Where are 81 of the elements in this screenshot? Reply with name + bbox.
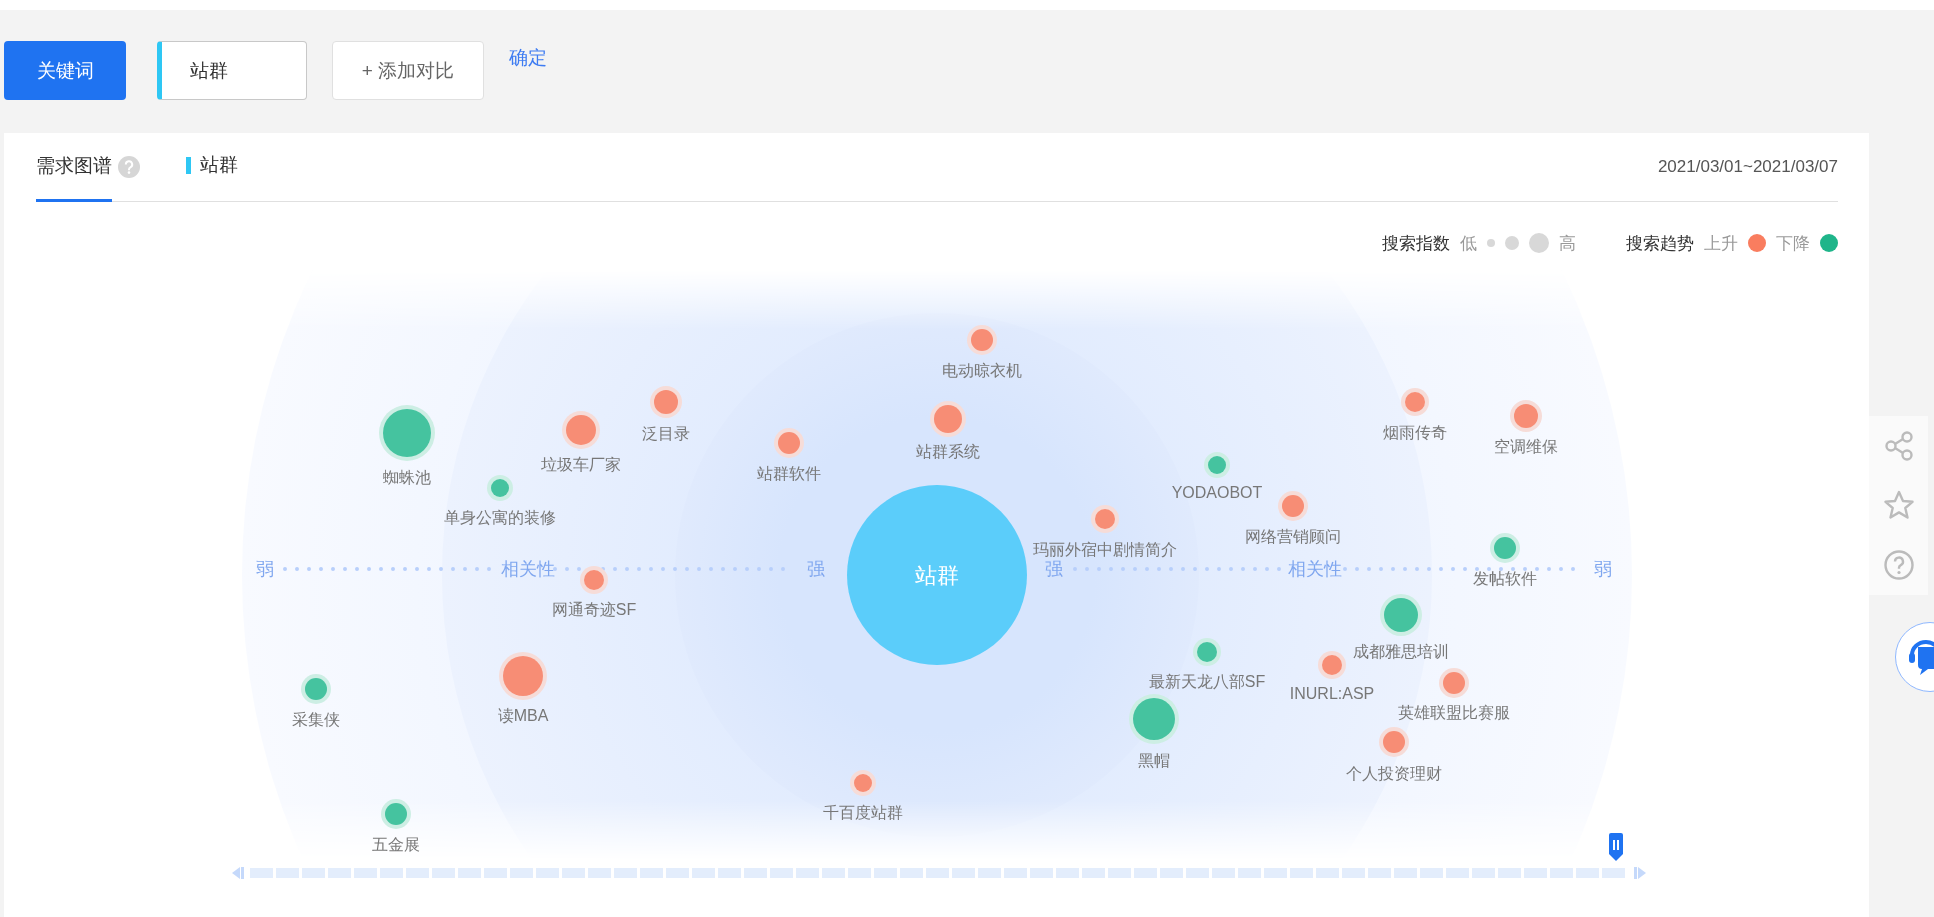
keyword-dot[interactable]	[850, 770, 876, 796]
help-icon[interactable]	[1882, 549, 1915, 582]
legend-high: 高	[1559, 232, 1576, 255]
keyword-dot[interactable]	[1380, 594, 1422, 636]
keyword-dot[interactable]	[1379, 727, 1409, 757]
right-arrow-icon[interactable]	[1634, 866, 1648, 880]
size-dot-icon	[1505, 236, 1519, 250]
keyword-dot[interactable]	[1318, 651, 1346, 679]
keyword-dot[interactable]	[1091, 505, 1119, 533]
range-handle[interactable]	[1608, 833, 1624, 861]
axis-label: 强	[1045, 559, 1063, 579]
axis-label: 相关性	[501, 559, 555, 579]
series-label: 站群	[200, 153, 238, 177]
keyword-label[interactable]: INURL:ASP	[1289, 685, 1375, 702]
keyword-dot[interactable]	[967, 325, 997, 355]
keyword-label[interactable]: 英雄联盟比赛服	[1398, 704, 1510, 721]
keyword-label[interactable]: 蜘蛛池	[383, 469, 431, 486]
keyword-label[interactable]: 站群系统	[916, 443, 980, 460]
axis-label: 弱	[256, 559, 274, 579]
keyword-label[interactable]: 网络营销顾问	[1245, 528, 1341, 545]
legend-down: 下降	[1776, 232, 1810, 255]
keyword-label[interactable]: 千百度站群	[823, 804, 903, 821]
keyword-dot[interactable]	[580, 566, 608, 594]
rising-dot-icon	[1748, 234, 1766, 252]
keyword-label[interactable]: 玛丽外宿中剧情简介	[1033, 541, 1177, 558]
keyword-dot[interactable]	[1439, 668, 1469, 698]
legend-title: 搜索趋势	[1626, 232, 1694, 255]
axis-label: 强	[807, 559, 825, 579]
keyword-dot[interactable]	[562, 411, 600, 449]
keyword-label[interactable]: 电动晾衣机	[942, 362, 1022, 379]
keyword-dot[interactable]	[381, 799, 411, 829]
keyword-label[interactable]: YODAOBOT	[1171, 484, 1263, 501]
left-arrow-icon[interactable]	[230, 866, 244, 880]
keyword-button[interactable]: 关键词	[4, 41, 126, 100]
keyword-dot[interactable]	[1204, 452, 1230, 478]
keyword-label[interactable]: 空调维保	[1494, 438, 1558, 455]
keyword-dot[interactable]	[1401, 388, 1429, 416]
keyword-label[interactable]: 网通奇迹SF	[551, 601, 637, 618]
legend-up: 上升	[1704, 232, 1738, 255]
keyword-label[interactable]: 采集侠	[292, 711, 340, 728]
keyword-label[interactable]: 黑帽	[1138, 752, 1170, 769]
keyword-label[interactable]: 个人投资理财	[1346, 765, 1442, 782]
keyword-label[interactable]: 烟雨传奇	[1383, 424, 1447, 441]
keyword-label[interactable]: 五金展	[372, 836, 420, 853]
keyword-label[interactable]: 成都雅思培训	[1353, 643, 1449, 660]
keyword-dot[interactable]	[301, 674, 331, 704]
keyword-label[interactable]: 发帖软件	[1473, 570, 1537, 587]
date-range: 2021/03/01~2021/03/07	[1657, 157, 1838, 178]
size-dot-icon	[1529, 233, 1549, 253]
keyword-label[interactable]: 站群软件	[757, 465, 821, 482]
confirm-link[interactable]: 确定	[509, 44, 547, 71]
keyword-label[interactable]: 读MBA	[497, 707, 549, 724]
keyword-dot[interactable]	[930, 401, 966, 437]
keyword-dot[interactable]	[499, 652, 547, 700]
legend-title: 搜索指数	[1382, 232, 1450, 255]
help-icon[interactable]	[118, 156, 140, 178]
falling-dot-icon	[1820, 234, 1838, 252]
keyword-dot[interactable]	[1490, 533, 1520, 563]
keyword-dot[interactable]	[379, 405, 435, 461]
legend-low: 低	[1460, 232, 1477, 255]
keyword-label[interactable]: 垃圾车厂家	[541, 456, 621, 473]
size-dot-icon	[1487, 239, 1495, 247]
add-compare-button[interactable]: + 添加对比	[332, 41, 484, 100]
keyword-dot[interactable]	[1278, 491, 1308, 521]
axis-label: 弱	[1594, 559, 1612, 579]
keyword-label[interactable]: 泛目录	[642, 425, 690, 442]
axis-label: 相关性	[1288, 559, 1342, 579]
keyword-dot[interactable]	[1129, 694, 1179, 744]
keyword-input[interactable]: 站群	[157, 41, 307, 100]
keyword-dot[interactable]	[1510, 400, 1542, 432]
keyword-label[interactable]: 单身公寓的装修	[444, 509, 556, 526]
keyword-dot[interactable]	[650, 386, 682, 418]
share-icon[interactable]	[1882, 429, 1915, 462]
center-keyword: 站群	[915, 563, 959, 588]
keyword-label[interactable]: 最新天龙八部SF	[1148, 673, 1266, 690]
keyword-dot[interactable]	[487, 475, 513, 501]
star-icon[interactable]	[1882, 489, 1915, 522]
tab[interactable]: 需求图谱	[36, 153, 112, 202]
series-color-bar	[186, 156, 191, 174]
keyword-dot[interactable]	[1193, 638, 1221, 666]
keyword-dot[interactable]	[774, 428, 804, 458]
